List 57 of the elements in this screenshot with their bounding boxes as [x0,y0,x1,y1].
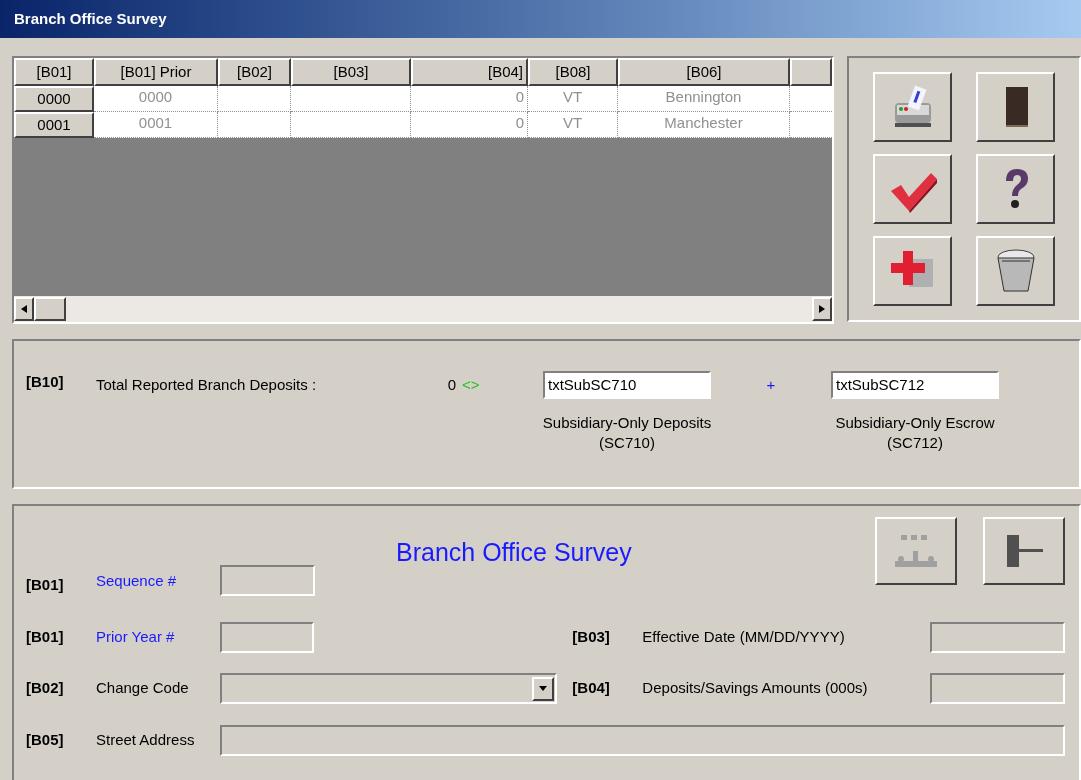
form-title: Branch Office Survey [396,538,632,566]
horizontal-scrollbar[interactable] [14,296,832,322]
text-field[interactable] [220,565,315,596]
text-field[interactable] [930,622,1065,653]
field-code: [B02] [26,678,65,699]
not-equal-sign: <> [462,375,481,395]
toolbar-button[interactable] [976,236,1055,306]
column-header[interactable]: [B08] [528,58,618,86]
field-code: [B03] [572,627,611,648]
field-caption: Subsidiary-Only Deposits (SC710) [542,413,712,453]
row-header: 0000 [14,86,94,112]
total-value: 0 [446,375,456,395]
scroll-thumb[interactable] [34,297,66,321]
table-cell: Manchester [618,112,790,138]
text-field[interactable] [220,725,1065,756]
right-arrow-icon [819,305,825,313]
text-field[interactable]: txtSubSC712 [831,371,999,399]
form-button[interactable] [983,517,1065,585]
field-label: Sequence # [96,570,178,591]
column-header[interactable]: [B06] [618,58,790,86]
left-arrow-icon [21,305,27,313]
row-header: 0001 [14,112,94,138]
toolbar-button[interactable] [873,72,952,142]
column-header[interactable]: [B04] [411,58,528,86]
toolbar-button[interactable] [873,154,952,224]
field-code: [B04] [572,678,611,699]
column-header[interactable] [790,58,832,86]
field-code: [B05] [26,730,65,751]
column-header[interactable]: [B01] [14,58,94,86]
field-label: Change Code [96,678,190,699]
field-label: Deposits/Savings Amounts (000s) [642,678,869,699]
field-label: Street Address [96,730,196,751]
scroll-left-button[interactable] [14,297,34,321]
table-cell: 0001 [94,112,218,138]
dropdown[interactable] [220,673,557,704]
plus-sign: + [765,375,777,395]
field-code: [B01] [26,627,65,648]
dropdown-arrow-icon [538,686,547,691]
toolbar-button[interactable] [976,72,1055,142]
column-header[interactable]: [B03] [291,58,411,86]
toolbar-button[interactable] [873,236,952,306]
column-header[interactable]: [B02] [218,58,291,86]
field-caption: Subsidiary-Only Escrow (SC712) [835,413,995,453]
text-field[interactable]: txtSubSC710 [543,371,711,399]
column-header[interactable]: [B01] Prior [94,58,218,86]
field-label: Total Reported Branch Deposits : [96,375,318,395]
table-cell: VT [528,112,618,138]
scroll-right-button[interactable] [812,297,832,321]
field-label: Effective Date (MM/DD/YYYY) [642,627,846,648]
window-title: Branch Office Survey [14,8,167,29]
field-code: [B01] [26,574,65,595]
text-field[interactable] [220,622,315,653]
field-label: Prior Year # [96,627,176,648]
table-cell: 0 [411,112,528,138]
field-code: [B10] [26,372,65,392]
toolbar-button[interactable] [976,154,1055,224]
text-field[interactable] [930,673,1065,704]
